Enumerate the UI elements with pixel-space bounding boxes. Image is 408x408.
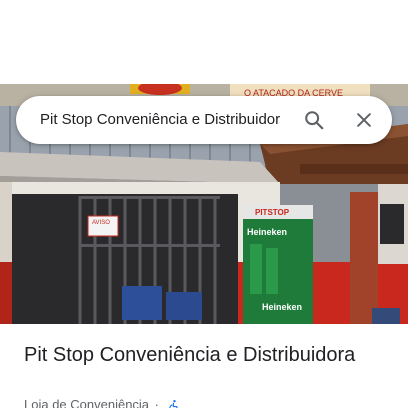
search-input[interactable]: Pit Stop Conveniência e Distribuidor [40,96,288,144]
maps-place-view: O ATACADO DA CERVE AVISO PITSTOP Heineke… [0,0,408,408]
wheelchair-icon [168,400,178,408]
clear-search-button[interactable] [348,104,380,136]
poster-beer-text-2: Heineken [262,302,302,312]
aviso-sign-text: AVISO [92,220,110,226]
search-bar[interactable]: Pit Stop Conveniência e Distribuidor [16,96,392,144]
place-title: Pit Stop Conveniência e Distribuidora [24,344,356,366]
search-icon [305,111,324,130]
poster-brand-text: PITSTOP [255,208,290,217]
search-button[interactable] [298,104,330,136]
close-icon [357,113,371,127]
poster-beer-text-1: Heineken [247,227,287,237]
place-category-row: Loja de Conveniência · [24,397,181,408]
place-info-card[interactable]: Pit Stop Conveniência e Distribuidora Lo… [0,324,408,408]
place-category: Loja de Conveniência [24,397,150,408]
category-separator: · [154,397,160,408]
